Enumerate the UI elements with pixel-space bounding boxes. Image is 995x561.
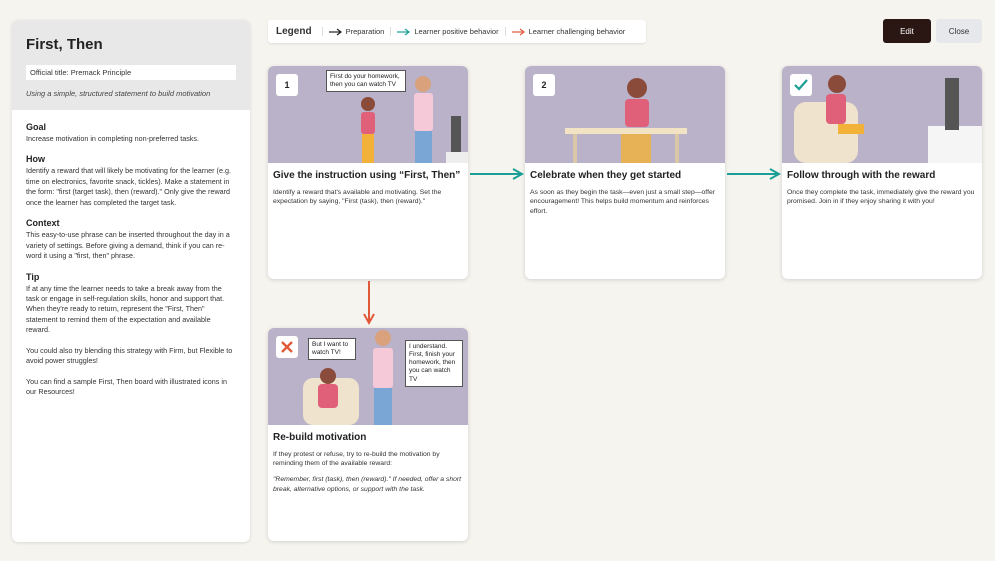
legend-label: Learner positive behavior	[414, 27, 499, 36]
step-card-2[interactable]: 2 Celebrate when they get started As soo…	[525, 66, 725, 279]
info-header: First, Then Official title: Premack Prin…	[12, 20, 250, 110]
card-text-italic: "Remember, first (task), then (reward)."…	[273, 476, 462, 494]
card-title: Follow through with the reward	[787, 170, 936, 181]
step-card-3[interactable]: Follow through with the reward Once they…	[782, 66, 982, 279]
parent-child-illustration	[361, 76, 468, 163]
scene-illustration-2: 2	[525, 66, 725, 163]
how-heading: How	[26, 154, 45, 165]
tip-text-3: You can find a sample First, Then board …	[26, 376, 227, 396]
card-text: Once they complete the task, immediately…	[787, 188, 975, 206]
scene-illustration-3	[782, 66, 982, 163]
context-text: This easy-to-use phrase can be inserted …	[26, 230, 230, 261]
close-button[interactable]: Close	[936, 19, 982, 43]
page-title: First, Then	[26, 36, 103, 53]
card-text: Identify a reward that's available and m…	[273, 188, 442, 206]
arrow-right-icon	[397, 28, 411, 35]
info-body: Goal Increase motivation in completing n…	[12, 110, 250, 419]
legend-label: Learner challenging behavior	[528, 27, 626, 36]
card-body: Re-build motivation If they protest or r…	[268, 425, 468, 501]
positive-arrow-1-2	[470, 168, 525, 180]
card-body: Follow through with the reward Once they…	[782, 163, 982, 213]
how-text: Identify a reward that will likely be mo…	[26, 166, 231, 207]
tip-text-2: You could also try blending this strateg…	[26, 345, 233, 366]
card-text: If they protest or refuse, try to re-bui…	[273, 450, 440, 468]
scene-illustration-1: 1 First do your homework, then you can w…	[268, 66, 468, 163]
official-title: Official title: Premack Principle	[26, 65, 236, 80]
legend-label: Preparation	[345, 27, 385, 36]
scene-illustration-4: But I want to watch TV! I understand. Fi…	[268, 328, 468, 425]
edit-button[interactable]: Edit	[883, 19, 931, 43]
goal-text: Increase motivation in completing non-pr…	[26, 134, 199, 143]
step-card-rebuild[interactable]: But I want to watch TV! I understand. Fi…	[268, 328, 468, 541]
tip-text-1: If at any time the learner needs to take…	[26, 283, 225, 335]
legend-item-preparation: Preparation	[321, 27, 391, 36]
legend: Legend Preparation Learner positive beha…	[268, 20, 646, 43]
context-heading: Context	[26, 218, 60, 229]
card-text: As soon as they begin the task—even just…	[530, 188, 715, 216]
card-title: Give the instruction using “First, Then”	[273, 170, 461, 181]
legend-item-challenging: Learner challenging behavior	[504, 27, 632, 36]
child-at-desk-illustration	[565, 78, 687, 163]
positive-arrow-2-3	[727, 168, 782, 180]
card-title: Celebrate when they get started	[530, 170, 682, 181]
goal-heading: Goal	[26, 122, 47, 132]
protest-illustration	[303, 330, 393, 425]
challenging-arrow-down	[363, 281, 375, 326]
card-body: Celebrate when they get started As soon …	[525, 163, 725, 223]
legend-item-positive: Learner positive behavior	[390, 27, 504, 36]
tip-heading: Tip	[26, 271, 40, 282]
child-watching-tv-illustration	[794, 75, 982, 163]
step-card-1[interactable]: 1 First do your homework, then you can w…	[268, 66, 468, 279]
card-title: Re-build motivation	[273, 432, 367, 443]
info-panel: First, Then Official title: Premack Prin…	[12, 20, 250, 542]
page-subtitle: Using a simple, structured statement to …	[26, 89, 211, 98]
card-body: Give the instruction using “First, Then”…	[268, 163, 468, 213]
legend-title: Legend	[276, 26, 312, 37]
arrow-right-icon	[511, 28, 525, 35]
arrow-right-icon	[328, 28, 342, 35]
